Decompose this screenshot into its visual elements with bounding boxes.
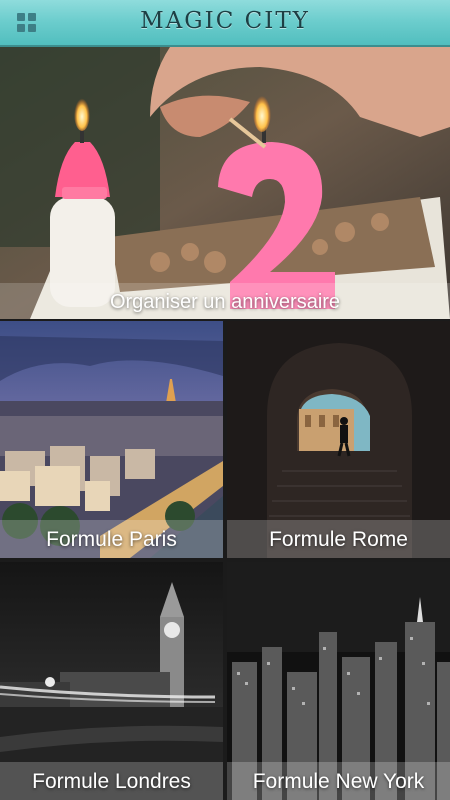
tile-london-label: Formule Londres [32,770,191,793]
tile-birthday[interactable]: Organiser un anniversaire [0,47,450,319]
app-title: MAGIC CITY [140,8,310,34]
tile-london[interactable]: Formule Londres [0,562,223,800]
app-header: MAGIC CITY [0,0,450,47]
tile-paris-label: Formule Paris [46,528,177,551]
tile-rome[interactable]: Formule Rome [227,321,450,558]
birthday-candles-image [0,47,450,319]
tile-newyork-label: Formule New York [252,770,425,793]
tile-rome-label: Formule Rome [269,528,408,551]
tile-birthday-label: Organiser un anniversaire [109,291,341,313]
tile-newyork[interactable]: Formule New York [227,562,450,800]
tile-paris[interactable]: Formule Paris [0,321,223,558]
